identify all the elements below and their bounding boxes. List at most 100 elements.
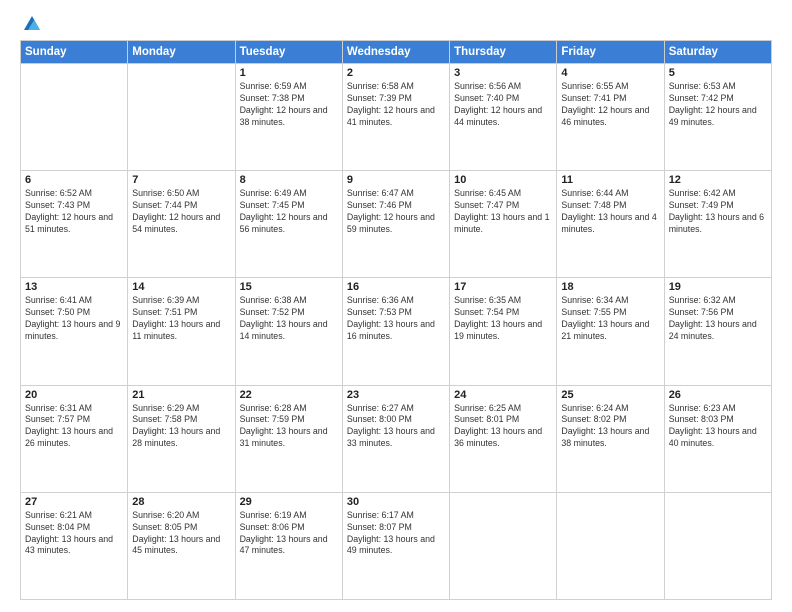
day-number: 15	[240, 281, 338, 293]
day-number: 1	[240, 67, 338, 79]
day-info: Sunrise: 6:21 AM Sunset: 8:04 PM Dayligh…	[25, 510, 123, 558]
day-number: 24	[454, 389, 552, 401]
day-info: Sunrise: 6:50 AM Sunset: 7:44 PM Dayligh…	[132, 188, 230, 236]
day-number: 19	[669, 281, 767, 293]
calendar-cell: 11 Sunrise: 6:44 AM Sunset: 7:48 PM Dayli…	[557, 171, 664, 278]
day-number: 30	[347, 496, 445, 508]
calendar-cell: 30 Sunrise: 6:17 AM Sunset: 8:07 PM Dayli…	[342, 492, 449, 599]
day-number: 3	[454, 67, 552, 79]
day-info: Sunrise: 6:47 AM Sunset: 7:46 PM Dayligh…	[347, 188, 445, 236]
logo-icon	[22, 14, 42, 34]
calendar-week-3: 13 Sunrise: 6:41 AM Sunset: 7:50 PM Dayli…	[21, 278, 772, 385]
day-number: 5	[669, 67, 767, 79]
page: SundayMondayTuesdayWednesdayThursdayFrid…	[0, 0, 792, 612]
day-number: 6	[25, 174, 123, 186]
day-info: Sunrise: 6:58 AM Sunset: 7:39 PM Dayligh…	[347, 81, 445, 129]
day-info: Sunrise: 6:20 AM Sunset: 8:05 PM Dayligh…	[132, 510, 230, 558]
day-info: Sunrise: 6:17 AM Sunset: 8:07 PM Dayligh…	[347, 510, 445, 558]
day-info: Sunrise: 6:44 AM Sunset: 7:48 PM Dayligh…	[561, 188, 659, 236]
day-info: Sunrise: 6:19 AM Sunset: 8:06 PM Dayligh…	[240, 510, 338, 558]
calendar-cell	[128, 64, 235, 171]
day-number: 13	[25, 281, 123, 293]
calendar-cell: 24Sunrise: 6:25 AM Sunset: 8:01 PM Dayli…	[450, 385, 557, 492]
calendar-week-2: 6 Sunrise: 6:52 AM Sunset: 7:43 PM Daylig…	[21, 171, 772, 278]
day-info: Sunrise: 6:45 AM Sunset: 7:47 PM Dayligh…	[454, 188, 552, 236]
day-info: Sunrise: 6:55 AM Sunset: 7:41 PM Dayligh…	[561, 81, 659, 129]
weekday-header-tuesday: Tuesday	[235, 41, 342, 64]
day-info: Sunrise: 6:35 AM Sunset: 7:54 PM Dayligh…	[454, 295, 552, 343]
weekday-header-wednesday: Wednesday	[342, 41, 449, 64]
weekday-header-sunday: Sunday	[21, 41, 128, 64]
day-number: 26	[669, 389, 767, 401]
day-info: Sunrise: 6:34 AM Sunset: 7:55 PM Dayligh…	[561, 295, 659, 343]
calendar-cell: 15 Sunrise: 6:38 AM Sunset: 7:52 PM Dayli…	[235, 278, 342, 385]
day-info: Sunrise: 6:38 AM Sunset: 7:52 PM Dayligh…	[240, 295, 338, 343]
day-info: Sunrise: 6:49 AM Sunset: 7:45 PM Dayligh…	[240, 188, 338, 236]
calendar-cell: 5 Sunrise: 6:53 AM Sunset: 7:42 PM Daylig…	[664, 64, 771, 171]
calendar-cell: 14 Sunrise: 6:39 AM Sunset: 7:51 PM Dayli…	[128, 278, 235, 385]
calendar-cell: 29 Sunrise: 6:19 AM Sunset: 8:06 PM Dayli…	[235, 492, 342, 599]
day-number: 17	[454, 281, 552, 293]
day-number: 16	[347, 281, 445, 293]
calendar-cell: 9 Sunrise: 6:47 AM Sunset: 7:46 PM Daylig…	[342, 171, 449, 278]
calendar-week-4: 20 Sunrise: 6:31 AM Sunset: 7:57 PM Dayli…	[21, 385, 772, 492]
calendar-cell: 3Sunrise: 6:56 AM Sunset: 7:40 PM Daylig…	[450, 64, 557, 171]
day-info: Sunrise: 6:41 AM Sunset: 7:50 PM Dayligh…	[25, 295, 123, 343]
calendar-cell: 12Sunrise: 6:42 AM Sunset: 7:49 PM Dayli…	[664, 171, 771, 278]
day-info: Sunrise: 6:29 AM Sunset: 7:58 PM Dayligh…	[132, 403, 230, 451]
weekday-header-monday: Monday	[128, 41, 235, 64]
calendar-cell: 10Sunrise: 6:45 AM Sunset: 7:47 PM Dayli…	[450, 171, 557, 278]
header	[20, 18, 772, 28]
day-info: Sunrise: 6:27 AM Sunset: 8:00 PM Dayligh…	[347, 403, 445, 451]
day-number: 9	[347, 174, 445, 186]
calendar-table: SundayMondayTuesdayWednesdayThursdayFrid…	[20, 40, 772, 600]
day-number: 14	[132, 281, 230, 293]
calendar-cell: 23 Sunrise: 6:27 AM Sunset: 8:00 PM Dayli…	[342, 385, 449, 492]
calendar-cell: 21 Sunrise: 6:29 AM Sunset: 7:58 PM Dayli…	[128, 385, 235, 492]
logo	[20, 18, 42, 28]
calendar-cell	[21, 64, 128, 171]
day-number: 20	[25, 389, 123, 401]
day-number: 11	[561, 174, 659, 186]
calendar-cell: 17 Sunrise: 6:35 AM Sunset: 7:54 PM Dayli…	[450, 278, 557, 385]
calendar-cell: 7Sunrise: 6:50 AM Sunset: 7:44 PM Daylig…	[128, 171, 235, 278]
calendar-cell: 22Sunrise: 6:28 AM Sunset: 7:59 PM Dayli…	[235, 385, 342, 492]
calendar-cell	[450, 492, 557, 599]
day-info: Sunrise: 6:39 AM Sunset: 7:51 PM Dayligh…	[132, 295, 230, 343]
day-number: 18	[561, 281, 659, 293]
calendar-cell: 4Sunrise: 6:55 AM Sunset: 7:41 PM Daylig…	[557, 64, 664, 171]
day-info: Sunrise: 6:28 AM Sunset: 7:59 PM Dayligh…	[240, 403, 338, 451]
calendar-cell: 18 Sunrise: 6:34 AM Sunset: 7:55 PM Dayli…	[557, 278, 664, 385]
day-info: Sunrise: 6:36 AM Sunset: 7:53 PM Dayligh…	[347, 295, 445, 343]
day-number: 8	[240, 174, 338, 186]
calendar-cell: 2 Sunrise: 6:58 AM Sunset: 7:39 PM Daylig…	[342, 64, 449, 171]
day-info: Sunrise: 6:31 AM Sunset: 7:57 PM Dayligh…	[25, 403, 123, 451]
calendar-cell: 27 Sunrise: 6:21 AM Sunset: 8:04 PM Dayli…	[21, 492, 128, 599]
weekday-header-thursday: Thursday	[450, 41, 557, 64]
day-number: 25	[561, 389, 659, 401]
calendar-cell	[664, 492, 771, 599]
calendar-cell: 28 Sunrise: 6:20 AM Sunset: 8:05 PM Dayli…	[128, 492, 235, 599]
day-info: Sunrise: 6:23 AM Sunset: 8:03 PM Dayligh…	[669, 403, 767, 451]
calendar-week-1: 1Sunrise: 6:59 AM Sunset: 7:38 PM Daylig…	[21, 64, 772, 171]
day-info: Sunrise: 6:32 AM Sunset: 7:56 PM Dayligh…	[669, 295, 767, 343]
weekday-header-friday: Friday	[557, 41, 664, 64]
calendar-cell: 25 Sunrise: 6:24 AM Sunset: 8:02 PM Dayli…	[557, 385, 664, 492]
day-number: 2	[347, 67, 445, 79]
calendar-cell: 6 Sunrise: 6:52 AM Sunset: 7:43 PM Daylig…	[21, 171, 128, 278]
calendar-cell	[557, 492, 664, 599]
calendar-cell: 26 Sunrise: 6:23 AM Sunset: 8:03 PM Dayli…	[664, 385, 771, 492]
day-info: Sunrise: 6:42 AM Sunset: 7:49 PM Dayligh…	[669, 188, 767, 236]
day-info: Sunrise: 6:53 AM Sunset: 7:42 PM Dayligh…	[669, 81, 767, 129]
calendar-cell: 13 Sunrise: 6:41 AM Sunset: 7:50 PM Dayli…	[21, 278, 128, 385]
day-number: 29	[240, 496, 338, 508]
calendar-cell: 8 Sunrise: 6:49 AM Sunset: 7:45 PM Daylig…	[235, 171, 342, 278]
day-number: 21	[132, 389, 230, 401]
day-info: Sunrise: 6:52 AM Sunset: 7:43 PM Dayligh…	[25, 188, 123, 236]
calendar-cell: 20 Sunrise: 6:31 AM Sunset: 7:57 PM Dayli…	[21, 385, 128, 492]
day-number: 23	[347, 389, 445, 401]
calendar-cell: 19 Sunrise: 6:32 AM Sunset: 7:56 PM Dayli…	[664, 278, 771, 385]
day-number: 28	[132, 496, 230, 508]
day-info: Sunrise: 6:24 AM Sunset: 8:02 PM Dayligh…	[561, 403, 659, 451]
day-number: 27	[25, 496, 123, 508]
